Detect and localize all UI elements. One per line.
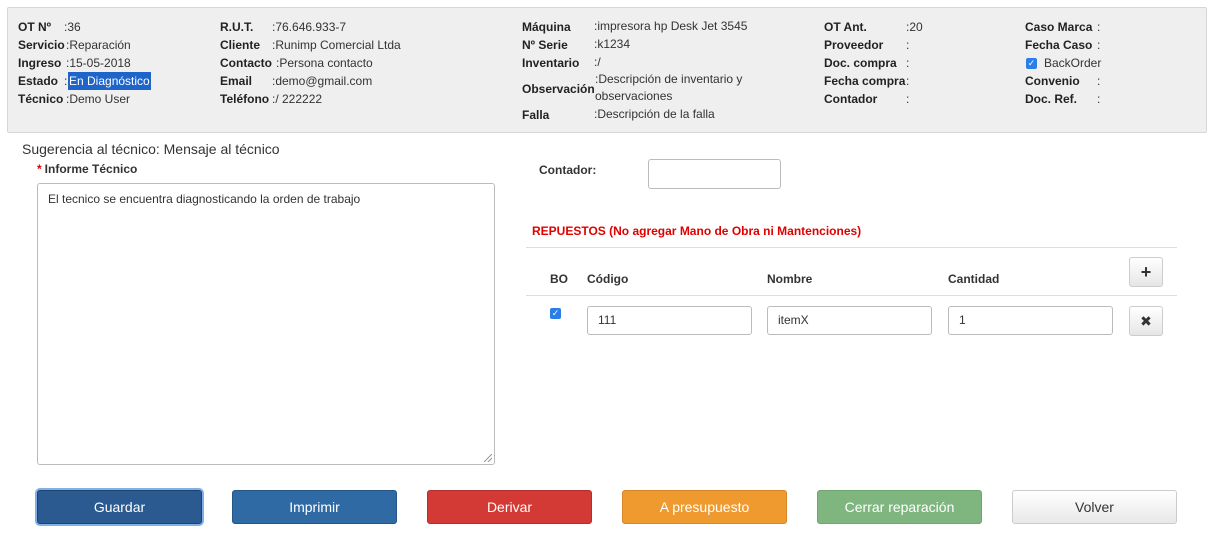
info-label: R.U.T. bbox=[220, 20, 254, 34]
informe-label: * Informe Técnico bbox=[37, 162, 137, 176]
info-value: :k1234 bbox=[594, 37, 631, 51]
volver-button[interactable]: Volver bbox=[1012, 490, 1177, 524]
derivar-button[interactable]: Derivar bbox=[427, 490, 592, 524]
remove-repuesto-button[interactable]: ✖ bbox=[1129, 306, 1163, 336]
info-value: :36 bbox=[64, 20, 81, 34]
info-value: : bbox=[1097, 92, 1101, 106]
info-label: Servicio bbox=[18, 38, 65, 52]
info-label: Doc. compra bbox=[824, 56, 897, 70]
info-label: Fecha compra bbox=[824, 74, 906, 88]
info-value: : bbox=[906, 56, 910, 70]
column-header-bo: BO bbox=[550, 272, 568, 286]
info-label: Teléfono bbox=[220, 92, 270, 106]
guardar-button[interactable]: Guardar bbox=[37, 490, 202, 524]
info-colon: : bbox=[64, 74, 68, 88]
info-value: : bbox=[1097, 74, 1101, 88]
divider bbox=[526, 295, 1177, 296]
resize-grip-icon[interactable] bbox=[484, 454, 492, 462]
imprimir-button[interactable]: Imprimir bbox=[232, 490, 397, 524]
info-label: Nº Serie bbox=[522, 38, 568, 52]
plus-icon: + bbox=[1140, 262, 1152, 282]
informe-label-text: Informe Técnico bbox=[44, 162, 138, 176]
info-label: Doc. Ref. bbox=[1025, 92, 1078, 106]
info-value: :Runimp Comercial Ltda bbox=[272, 38, 401, 52]
contador-label: Contador: bbox=[539, 163, 597, 177]
order-info-panel: OT Nº :36 Servicio :Reparación Ingreso :… bbox=[7, 7, 1207, 133]
info-value: :Demo User bbox=[66, 92, 131, 106]
info-label: Convenio bbox=[1025, 74, 1080, 88]
info-value: :/ bbox=[594, 55, 601, 69]
info-label: Estado bbox=[18, 74, 59, 88]
info-value: : bbox=[906, 74, 910, 88]
required-mark: * bbox=[37, 162, 42, 176]
backorder-label: BackOrder bbox=[1044, 56, 1102, 70]
info-label: OT Ant. bbox=[824, 20, 867, 34]
backorder-checkbox[interactable]: ✓ bbox=[1026, 58, 1037, 69]
add-repuesto-button[interactable]: + bbox=[1129, 257, 1163, 287]
info-label: Contador bbox=[824, 92, 878, 106]
info-value: :/ 222222 bbox=[272, 92, 323, 106]
info-value: :76.646.933-7 bbox=[272, 20, 347, 34]
informe-tecnico-value: El tecnico se encuentra diagnosticando l… bbox=[48, 192, 361, 206]
cerrar-reparacion-button[interactable]: Cerrar reparación bbox=[817, 490, 982, 524]
info-value: : bbox=[1097, 38, 1101, 52]
divider bbox=[526, 247, 1177, 248]
cantidad-input[interactable]: 1 bbox=[948, 306, 1113, 335]
info-label: Inventario bbox=[522, 56, 580, 70]
info-value: :Descripción de inventario y observacion… bbox=[595, 72, 743, 103]
codigo-input[interactable]: 111 bbox=[587, 306, 752, 335]
bo-checkbox[interactable]: ✓ bbox=[550, 308, 561, 319]
info-value: :20 bbox=[906, 20, 923, 34]
info-label: OT Nº bbox=[18, 20, 52, 34]
repuestos-title: REPUESTOS (No agregar Mano de Obra ni Ma… bbox=[532, 224, 862, 238]
info-value: : bbox=[1097, 20, 1101, 34]
informe-tecnico-textarea[interactable]: El tecnico se encuentra diagnosticando l… bbox=[37, 183, 495, 465]
info-label: Falla bbox=[522, 108, 550, 122]
info-label: Ingreso bbox=[18, 56, 62, 70]
close-icon: ✖ bbox=[1140, 313, 1152, 329]
info-value: :Reparación bbox=[66, 38, 131, 52]
column-header-codigo: Código bbox=[587, 272, 629, 286]
info-label: Observación bbox=[522, 82, 595, 96]
info-value: : bbox=[906, 92, 910, 106]
sugerencia-text: Sugerencia al técnico: Mensaje al técnic… bbox=[22, 141, 280, 157]
info-label: Email bbox=[220, 74, 253, 88]
info-label: Contacto bbox=[220, 56, 272, 70]
info-value: : bbox=[906, 38, 910, 52]
nombre-input[interactable]: itemX bbox=[767, 306, 932, 335]
info-value: :impresora hp Desk Jet 3545 bbox=[594, 19, 748, 33]
estado-value-selected[interactable]: En Diagnóstico bbox=[68, 72, 151, 90]
info-label: Cliente bbox=[220, 38, 261, 52]
info-value: :Persona contacto bbox=[276, 56, 373, 70]
column-header-nombre: Nombre bbox=[767, 272, 813, 286]
info-value: :Descripción de la falla bbox=[594, 107, 715, 121]
column-header-cantidad: Cantidad bbox=[948, 272, 1000, 286]
info-label: Caso Marca bbox=[1025, 20, 1093, 34]
info-value: :15-05-2018 bbox=[66, 56, 131, 70]
contador-input[interactable] bbox=[648, 159, 781, 189]
info-value: :demo@gmail.com bbox=[272, 74, 373, 88]
info-label: Proveedor bbox=[824, 38, 884, 52]
info-label: Máquina bbox=[522, 20, 571, 34]
a-presupuesto-button[interactable]: A presupuesto bbox=[622, 490, 787, 524]
info-label: Fecha Caso bbox=[1025, 38, 1093, 52]
info-label: Técnico bbox=[18, 92, 64, 106]
